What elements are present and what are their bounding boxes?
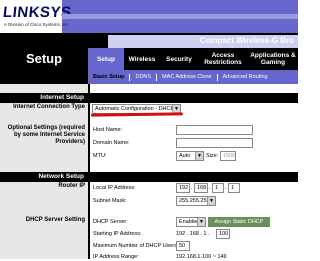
mtu-select[interactable]: Auto ▼ xyxy=(176,151,204,161)
router-ip-label: Router IP xyxy=(58,183,85,189)
tab-setup[interactable]: Setup xyxy=(88,48,124,70)
optional-settings-label: Optional Settings (required by some Inte… xyxy=(7,125,85,145)
host-name-label: Host Name: xyxy=(93,127,123,133)
network-setup-bar xyxy=(90,172,298,182)
mtu-value: Auto xyxy=(179,153,191,159)
mtu-size-input[interactable]: 1500 xyxy=(220,151,236,161)
subtab-basic-setup[interactable]: Basic Setup xyxy=(88,73,131,81)
product-name: Compact Wireless-G Bro xyxy=(199,36,294,45)
chevron-down-icon: ▼ xyxy=(197,218,205,226)
starting-ip-prefix: 192 . 168 . 1 . xyxy=(176,231,210,237)
max-dhcp-users-input[interactable]: 50 xyxy=(176,241,190,251)
dhcp-server-select[interactable]: Enabled ▼ xyxy=(176,217,206,227)
red-annotation-underline xyxy=(90,112,184,117)
header-stripe xyxy=(62,14,298,19)
local-ip-octet-4[interactable]: 1 xyxy=(228,183,240,193)
tab-security[interactable]: Security xyxy=(160,48,198,70)
network-setup-heading: Network Setup xyxy=(0,172,88,182)
mtu-label: MTU: xyxy=(93,153,107,159)
section-title: Setup xyxy=(0,33,88,84)
assign-static-dhcp-button[interactable]: Assign Static DHCP xyxy=(208,217,270,227)
subnet-mask-label: Subnet Mask: xyxy=(93,198,127,204)
dhcp-setting-label: DHCP Server Setting xyxy=(25,217,85,223)
ip-range-label: IP Address Range: xyxy=(93,254,139,260)
local-ip-octet-1[interactable]: 192 xyxy=(176,183,190,193)
domain-name-input[interactable] xyxy=(176,138,253,148)
host-name-input[interactable] xyxy=(176,125,253,135)
ip-dot: . xyxy=(191,185,193,191)
subtab-bar: Basic Setup DDNS MAC Address Clone Advan… xyxy=(88,70,298,84)
tab-access-restrictions[interactable]: Access Restrictions xyxy=(198,48,248,70)
dhcp-server-label: DHCP Server: xyxy=(93,219,128,225)
max-dhcp-users-label: Maximum Number of DHCP Users: xyxy=(93,243,179,249)
local-ip-octet-2[interactable]: 168 xyxy=(194,183,208,193)
connection-type-label: Internet Connection Type xyxy=(13,104,85,110)
subtab-mac-address-clone[interactable]: MAC Address Clone xyxy=(157,73,218,81)
subtab-ddns[interactable]: DDNS xyxy=(130,73,158,81)
tab-bar: Setup Wireless Security Access Restricti… xyxy=(88,48,298,70)
starting-ip-last-octet[interactable]: 100 xyxy=(216,229,230,239)
ip-dot: . xyxy=(209,185,211,191)
subtab-advanced-routing[interactable]: Advanced Routing xyxy=(218,74,273,81)
chevron-down-icon: ▼ xyxy=(195,152,203,160)
internet-setup-bar xyxy=(90,93,298,103)
starting-ip-label: Starting IP Address: xyxy=(93,231,142,237)
ip-dot: . xyxy=(225,185,227,191)
domain-name-label: Domain Name: xyxy=(93,140,130,146)
size-label: Size: xyxy=(206,153,219,159)
logo-tagline: A Division of Cisco Systems, Inc. xyxy=(4,22,70,27)
subnet-mask-select[interactable]: 255.255.255.0 ▼ xyxy=(176,196,216,206)
internet-setup-heading: Internet Setup xyxy=(0,93,88,103)
header-bar: LINKSYS A Division of Cisco Systems, Inc… xyxy=(0,0,298,33)
tab-wireless[interactable]: Wireless xyxy=(124,48,160,70)
chevron-down-icon: ▼ xyxy=(207,197,215,205)
local-ip-octet-3[interactable]: 1 xyxy=(212,183,224,193)
product-name-bar: Compact Wireless-G Bro xyxy=(108,35,298,48)
ip-range-value: 192.168.1.100 ~ 149 xyxy=(176,254,227,260)
connection-type-value: Automatic Configuration - DHCP xyxy=(95,106,175,112)
local-ip-label: Local IP Address: xyxy=(93,185,136,191)
tab-applications-gaming[interactable]: Applications & Gaming xyxy=(248,48,298,70)
